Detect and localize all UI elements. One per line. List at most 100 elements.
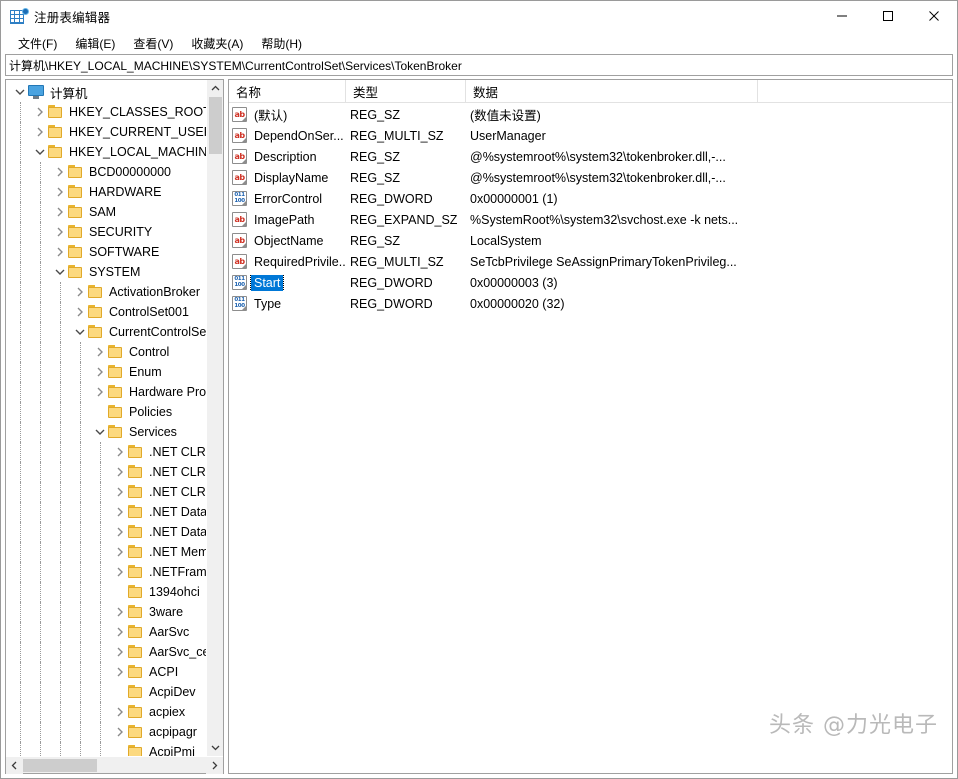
- chevron-right-icon[interactable]: [52, 187, 68, 197]
- minimize-button[interactable]: [819, 1, 865, 32]
- chevron-right-icon[interactable]: [112, 527, 128, 537]
- tree-node[interactable]: SOFTWARE: [6, 242, 206, 262]
- folder-icon: [108, 365, 124, 379]
- value-row[interactable]: ab (默认) REG_SZ (数值未设置): [229, 104, 952, 125]
- chevron-down-icon[interactable]: [12, 88, 28, 96]
- column-header-type[interactable]: 类型: [346, 80, 466, 102]
- chevron-right-icon[interactable]: [92, 347, 108, 357]
- chevron-right-icon[interactable]: [112, 627, 128, 637]
- registry-tree[interactable]: 计算机 HKEY_CLASSES_ROOT HKEY_CURRENT_USER HKE…: [6, 80, 206, 756]
- tree-node[interactable]: SAM: [6, 202, 206, 222]
- maximize-button[interactable]: [865, 1, 911, 32]
- chevron-right-icon[interactable]: [112, 467, 128, 477]
- tree-guide-line: [80, 482, 81, 502]
- chevron-right-icon[interactable]: [112, 487, 128, 497]
- chevron-down-icon[interactable]: [92, 428, 108, 436]
- value-row[interactable]: ab ImagePath REG_EXPAND_SZ %SystemRoot%\sys…: [229, 209, 952, 230]
- value-row[interactable]: 011 100 Start REG_DWORD 0x00000003 (3): [229, 272, 952, 293]
- chevron-right-icon[interactable]: [112, 647, 128, 657]
- chevron-right-icon[interactable]: [112, 447, 128, 457]
- tree-node[interactable]: .NET CLR Dat: [6, 442, 206, 462]
- tree-node[interactable]: AarSvc_ce535: [6, 642, 206, 662]
- tree-node[interactable]: ControlSet001: [6, 302, 206, 322]
- tree-node[interactable]: AarSvc: [6, 622, 206, 642]
- tree-scroll-left-button[interactable]: [6, 756, 23, 774]
- menu-item-edit[interactable]: 编辑(E): [66, 33, 124, 54]
- tree-node[interactable]: ActivationBroker: [6, 282, 206, 302]
- tree-node[interactable]: AcpiPmi: [6, 742, 206, 756]
- chevron-down-icon[interactable]: [72, 328, 88, 336]
- chevron-right-icon[interactable]: [72, 307, 88, 317]
- menu-item-help[interactable]: 帮助(H): [252, 33, 311, 54]
- chevron-right-icon[interactable]: [52, 227, 68, 237]
- tree-node[interactable]: .NETFramewo: [6, 562, 206, 582]
- value-row[interactable]: 011 100 Type REG_DWORD 0x00000020 (32): [229, 293, 952, 314]
- value-row[interactable]: ab Description REG_SZ @%systemroot%\system3…: [229, 146, 952, 167]
- chevron-down-icon[interactable]: [52, 268, 68, 276]
- menu-item-view[interactable]: 查看(V): [124, 33, 182, 54]
- tree-node[interactable]: .NET Memor: [6, 542, 206, 562]
- chevron-right-icon[interactable]: [112, 507, 128, 517]
- chevron-right-icon[interactable]: [112, 727, 128, 737]
- tree-node[interactable]: 3ware: [6, 602, 206, 622]
- menu-item-file[interactable]: 文件(F): [9, 33, 66, 54]
- tree-node[interactable]: BCD00000000: [6, 162, 206, 182]
- close-button[interactable]: [911, 1, 957, 32]
- value-row[interactable]: ab RequiredPrivile... REG_MULTI_SZ SeTcbPri…: [229, 251, 952, 272]
- value-row[interactable]: 011 100 ErrorControl REG_DWORD 0x00000001 (1…: [229, 188, 952, 209]
- column-header-name[interactable]: 名称: [229, 80, 346, 102]
- chevron-right-icon[interactable]: [112, 707, 128, 717]
- chevron-right-icon[interactable]: [112, 667, 128, 677]
- tree-node[interactable]: .NET Data Pr: [6, 522, 206, 542]
- column-header-data[interactable]: 数据: [466, 80, 758, 102]
- value-row[interactable]: ab ObjectName REG_SZ LocalSystem: [229, 230, 952, 251]
- chevron-down-icon[interactable]: [32, 148, 48, 156]
- tree-node[interactable]: Enum: [6, 362, 206, 382]
- tree-node[interactable]: SECURITY: [6, 222, 206, 242]
- chevron-right-icon[interactable]: [112, 607, 128, 617]
- chevron-right-icon[interactable]: [112, 567, 128, 577]
- chevron-right-icon[interactable]: [72, 287, 88, 297]
- tree-node[interactable]: acpiex: [6, 702, 206, 722]
- chevron-right-icon[interactable]: [52, 247, 68, 257]
- tree-scroll-right-button[interactable]: [206, 756, 223, 774]
- tree-scroll-thumb[interactable]: [208, 97, 222, 154]
- tree-hscroll-track[interactable]: [97, 757, 206, 774]
- tree-hscroll-thumb[interactable]: [23, 758, 97, 772]
- chevron-right-icon[interactable]: [32, 107, 48, 117]
- tree-node[interactable]: 1394ohci: [6, 582, 206, 602]
- chevron-right-icon[interactable]: [92, 367, 108, 377]
- tree-node[interactable]: HKEY_CLASSES_ROOT: [6, 102, 206, 122]
- tree-node[interactable]: acpipagr: [6, 722, 206, 742]
- tree-node[interactable]: Services: [6, 422, 206, 442]
- value-list[interactable]: ab (默认) REG_SZ (数值未设置) ab DependOnSer... REG_M…: [229, 103, 952, 773]
- chevron-right-icon[interactable]: [112, 547, 128, 557]
- chevron-right-icon[interactable]: [92, 387, 108, 397]
- value-row[interactable]: ab DisplayName REG_SZ @%systemroot%\system3…: [229, 167, 952, 188]
- tree-scroll-down-button[interactable]: [206, 739, 223, 756]
- chevron-right-icon[interactable]: [52, 207, 68, 217]
- tree-node[interactable]: SYSTEM: [6, 262, 206, 282]
- tree-node[interactable]: .NET CLR Ne: [6, 482, 206, 502]
- tree-scroll-up-button[interactable]: [206, 80, 223, 97]
- tree-node[interactable]: Control: [6, 342, 206, 362]
- value-row[interactable]: ab DependOnSer... REG_MULTI_SZ UserManager: [229, 125, 952, 146]
- chevron-right-icon[interactable]: [32, 127, 48, 137]
- tree-scroll-track[interactable]: [206, 154, 223, 739]
- tree-node[interactable]: CurrentControlSet: [6, 322, 206, 342]
- address-bar[interactable]: 计算机\HKEY_LOCAL_MACHINE\SYSTEM\CurrentCon…: [5, 54, 953, 76]
- tree-node[interactable]: AcpiDev: [6, 682, 206, 702]
- menu-item-favorites[interactable]: 收藏夹(A): [182, 33, 252, 54]
- tree-node[interactable]: .NET CLR Ne: [6, 462, 206, 482]
- tree-node[interactable]: HARDWARE: [6, 182, 206, 202]
- tree-node[interactable]: Hardware Profil: [6, 382, 206, 402]
- tree-node[interactable]: .NET Data Pr: [6, 502, 206, 522]
- tree-node[interactable]: 计算机: [6, 82, 206, 102]
- tree-horizontal-scrollbar[interactable]: [6, 756, 223, 774]
- tree-node[interactable]: HKEY_CURRENT_USER: [6, 122, 206, 142]
- tree-node[interactable]: Policies: [6, 402, 206, 422]
- chevron-right-icon[interactable]: [52, 167, 68, 177]
- tree-node[interactable]: HKEY_LOCAL_MACHINE: [6, 142, 206, 162]
- tree-node[interactable]: ACPI: [6, 662, 206, 682]
- tree-vertical-scrollbar[interactable]: [206, 80, 223, 756]
